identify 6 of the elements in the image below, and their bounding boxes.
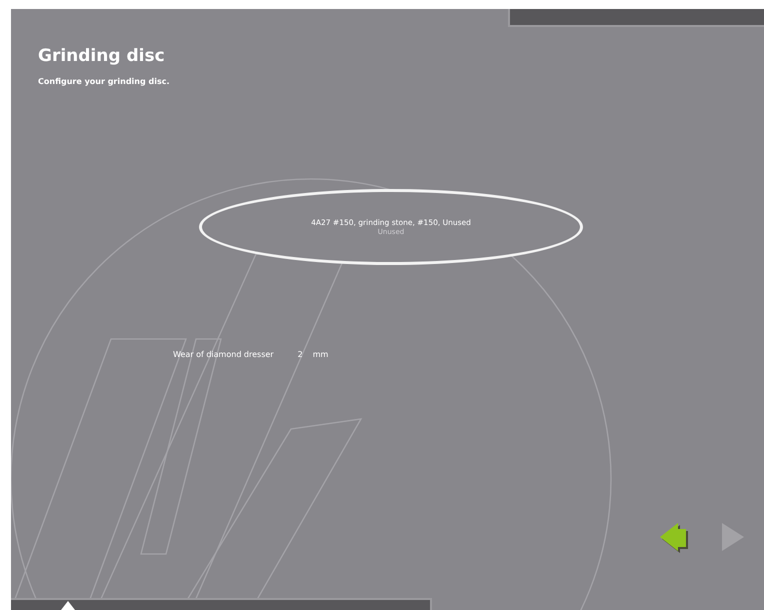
page-subtitle: Configure your grinding disc. [38, 77, 170, 86]
unit-label: mm [312, 350, 328, 359]
field-label: Wear of diamond dresser [173, 350, 274, 359]
field-value[interactable]: 2 [298, 350, 303, 359]
page-title: Grinding disc [38, 46, 165, 66]
pointer-icon [61, 601, 75, 610]
